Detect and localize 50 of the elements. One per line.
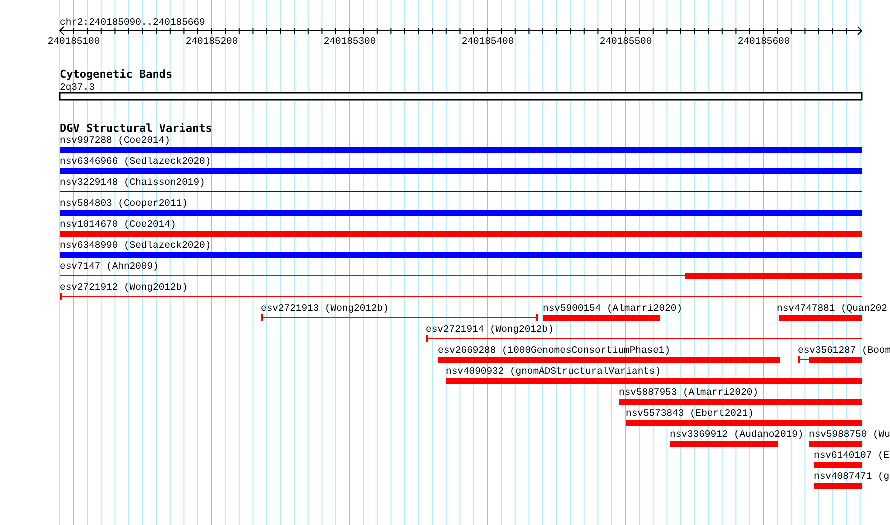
feature-label: esv2721913 (Wong2012b)	[261, 303, 389, 314]
variant-bar[interactable]	[60, 210, 862, 216]
variant-bar[interactable]	[626, 420, 862, 426]
variant-bar[interactable]	[60, 252, 862, 258]
variant-line[interactable]	[261, 314, 538, 322]
variant-bar[interactable]	[60, 147, 862, 153]
variant-bar[interactable]	[670, 441, 778, 447]
feature-label: esv2669288 (1000GenomesConsortiumPhase1)	[438, 345, 671, 356]
variant-bar[interactable]	[438, 357, 780, 363]
variant-bar[interactable]	[809, 441, 862, 447]
track-title: DGV Structural Variants	[60, 122, 212, 135]
variant-bar[interactable]	[60, 168, 862, 174]
tick-label: 240185200	[186, 36, 238, 47]
feature-label: esv2721914 (Wong2012b)	[426, 324, 554, 335]
location-label: chr2:240185090..240185669	[60, 17, 206, 28]
variant-line[interactable]	[60, 273, 862, 279]
variant-bar[interactable]	[543, 315, 660, 321]
tick-label: 240185100	[48, 36, 100, 47]
feature-label: nsv3369912 (Audano2019)	[670, 429, 804, 440]
feature-label: nsv1014670 (Coe2014)	[60, 219, 176, 230]
variant-bar[interactable]	[446, 378, 862, 384]
variant-bar[interactable]	[814, 462, 862, 468]
variant-line[interactable]	[798, 356, 862, 364]
variant-bar[interactable]	[619, 399, 862, 405]
feature-label: nsv6346966 (Sedlazeck2020)	[60, 156, 212, 167]
variant-bar[interactable]	[779, 315, 862, 321]
tick-label: 240185500	[600, 36, 652, 47]
variant-line[interactable]	[426, 336, 862, 342]
feature-label: nsv3229148 (Chaisson2019)	[60, 177, 206, 188]
feature-label: nsv997288 (Coe2014)	[60, 135, 170, 146]
tick-label: 240185300	[324, 36, 376, 47]
variant-line[interactable]	[60, 294, 862, 300]
variant-bar[interactable]	[60, 231, 862, 237]
tick-label: 240185600	[738, 36, 790, 47]
feature-label: nsv6348990 (Sedlazeck2020)	[60, 240, 212, 251]
track-title: Cytogenetic Bands	[60, 68, 173, 81]
feature-label: nsv5900154 (Almarri2020)	[543, 303, 683, 314]
feature-label: nsv6140107 (E	[814, 450, 890, 461]
feature-label: esv2721912 (Wong2012b)	[60, 282, 188, 293]
feature-label: nsv5573843 (Ebert2021)	[626, 408, 754, 419]
feature-label: nsv5887953 (Almarri2020)	[619, 387, 759, 398]
feature-label: esv7147 (Ahn2009)	[60, 261, 159, 272]
variant-bar[interactable]	[814, 483, 862, 489]
feature-label: nsv584803 (Cooper2011)	[60, 198, 188, 209]
tick-label: 240185400	[462, 36, 514, 47]
feature-label: nsv5988750 (Wu	[809, 429, 890, 440]
feature-label: nsv4747881 (Quan202	[777, 303, 888, 314]
band-label: 2q37.3	[60, 82, 95, 93]
feature-label: nsv4087471 (g	[814, 471, 890, 482]
feature-label: nsv4090932 (gnomADStructuralVariants)	[446, 366, 662, 377]
